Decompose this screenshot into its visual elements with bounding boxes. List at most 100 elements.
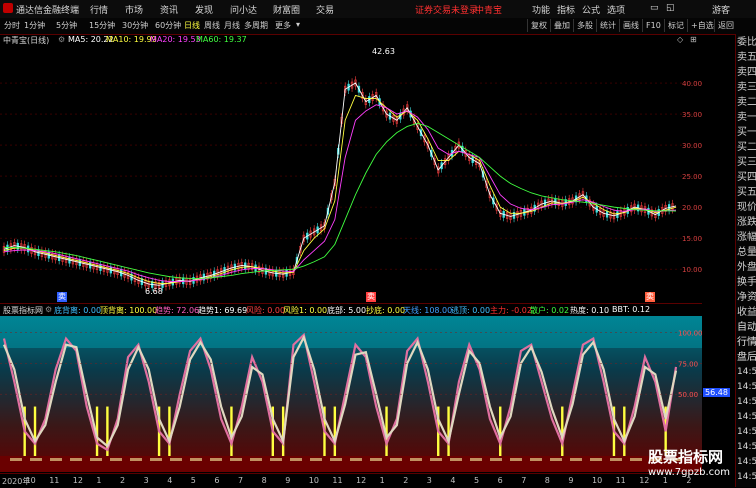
side-item[interactable]: 买二 [737,141,756,154]
side-item[interactable]: 买五 [737,186,756,199]
menu-quotes[interactable]: 行情 [90,3,108,16]
side-item[interactable]: 14:5 [737,396,756,409]
period-monthly[interactable]: 月线 [224,20,240,31]
side-item[interactable]: 涨幅 [737,231,756,244]
side-item[interactable]: 买三 [737,156,756,169]
restore-icon[interactable]: ◱ [666,3,675,13]
signal-bar [230,406,233,456]
side-item[interactable]: 买一 [737,126,756,139]
y-tick-label: 35.00 [682,111,702,119]
menu-trade[interactable]: 交易 [316,3,334,16]
minimize-icon[interactable]: ▭ [650,3,659,13]
menu-discover[interactable]: 发现 [195,3,213,16]
side-item[interactable]: 14:5 [737,441,756,454]
side-item[interactable]: 14:5 [737,366,756,379]
side-item[interactable]: 收益 [737,306,756,319]
login-status[interactable]: 证券交易未登录 [415,3,478,16]
period-daily[interactable]: 日线 [184,20,200,31]
date-axis: 2020年 10 11 12 1 2 3 4 5 6 7 8 9 10 11 12 1 2 3 4 5 6 7 8 9 10 11 1… [0,473,702,488]
menu-ask[interactable]: 问小达 [230,3,257,16]
menu-news[interactable]: 资讯 [160,3,178,16]
period-5min[interactable]: 5分钟 [56,20,77,31]
date-tick: 11 [49,476,60,485]
expand-icon[interactable]: ⊞ [690,35,697,44]
side-item[interactable]: 总量 [737,246,756,259]
side-item[interactable]: 14:5 [737,456,756,469]
sell-marker-right: 卖 [645,292,655,302]
period-more[interactable]: 更多 [275,20,291,31]
settings-icon[interactable]: ⚙ [45,305,52,314]
side-item[interactable]: 14:5 [737,471,756,484]
menu-options[interactable]: 选项 [607,3,625,16]
guest-label[interactable]: 游客 [712,3,730,16]
indicator-header: 股票指标网 ⚙ 底背离: 0.00 顶背离: 100.00 趋势: 72.06 … [0,303,702,316]
signal-bar [168,406,171,456]
y-tick-label: 25.00 [682,173,702,181]
band-segment [330,458,342,461]
bottom-fish-value: 抄底: 0.00 [366,306,406,315]
date-tick: 3 [143,476,149,485]
multi-stock-button[interactable]: 多股 [573,19,596,32]
indicator-chart[interactable]: 50.00 75.00 100.00 [0,316,702,472]
settings-icon[interactable]: ⚙ [58,35,65,44]
side-item[interactable]: 涨跌 [737,216,756,229]
side-item[interactable]: 自动 [737,321,756,334]
band-segment [250,458,262,461]
ma20-label: MA20: 19.53 [150,35,201,44]
date-tick: 8 [544,476,550,485]
band-segment [390,458,402,461]
side-item[interactable]: 换手 [737,276,756,289]
draw-line-button[interactable]: 画线 [619,19,642,32]
side-item[interactable]: 现价 [737,201,756,214]
signal-bar [447,406,450,456]
app-title: 通达信金融终端 [16,6,80,16]
period-15min[interactable]: 15分钟 [89,20,115,31]
overlay-button[interactable]: 叠加 [550,19,573,32]
add-watchlist-button[interactable]: +自选 [687,19,717,32]
side-item[interactable]: 委比 [737,36,756,49]
period-1min[interactable]: 1分钟 [24,20,45,31]
stats-button[interactable]: 统计 [596,19,619,32]
adjust-button[interactable]: 复权 [527,19,550,32]
side-item[interactable]: 行情 [737,336,756,349]
risk-value: 风险: 0.00 [246,306,286,315]
menu-wealth[interactable]: 财富圈 [273,3,300,16]
menu-market[interactable]: 市场 [125,3,143,16]
current-value-badge: 56.48 [703,388,730,397]
chevron-down-icon[interactable]: ▾ [296,20,300,29]
side-item[interactable]: 卖三 [737,81,756,94]
mark-button[interactable]: 标记 [664,19,687,32]
period-60min[interactable]: 60分钟 [155,20,181,31]
side-item[interactable]: 盘后 [737,351,756,364]
diamond-icon[interactable]: ◇ [677,35,683,44]
side-item[interactable]: 卖四 [737,66,756,79]
period-intraday[interactable]: 分时 [4,20,20,31]
date-tick: 2 [403,476,409,485]
f10-button[interactable]: F10 [642,19,664,32]
app-logo-icon [3,3,13,13]
period-weekly[interactable]: 周线 [204,20,220,31]
period-30min[interactable]: 30分钟 [122,20,148,31]
side-item[interactable]: 净资 [737,291,756,304]
high-annotation: 42.63 [372,47,395,56]
menu-function[interactable]: 功能 [532,3,550,16]
side-item[interactable]: 14:5 [737,381,756,394]
kline-chart[interactable]: 10.00 15.00 20.00 25.00 30.00 35.00 40.00 42.6… [0,46,702,302]
date-tick: 5 [190,476,196,485]
side-item[interactable]: 外盘 [737,261,756,274]
side-item[interactable]: 卖五 [737,51,756,64]
band-segment [150,458,162,461]
side-item[interactable]: 14:5 [737,411,756,424]
top-zone [0,316,702,348]
side-item[interactable]: 卖一 [737,111,756,124]
side-item[interactable]: 买四 [737,171,756,184]
menu-indicator[interactable]: 指标 [557,3,575,16]
back-button[interactable]: 返回 [714,19,737,32]
menu-formula[interactable]: 公式 [582,3,600,16]
band-segment [90,458,102,461]
period-multi[interactable]: 多周期 [244,20,268,31]
band-segment [630,458,642,461]
side-item[interactable]: 14:5 [737,426,756,439]
side-item[interactable]: 卖二 [737,96,756,109]
band-segment [410,458,422,461]
